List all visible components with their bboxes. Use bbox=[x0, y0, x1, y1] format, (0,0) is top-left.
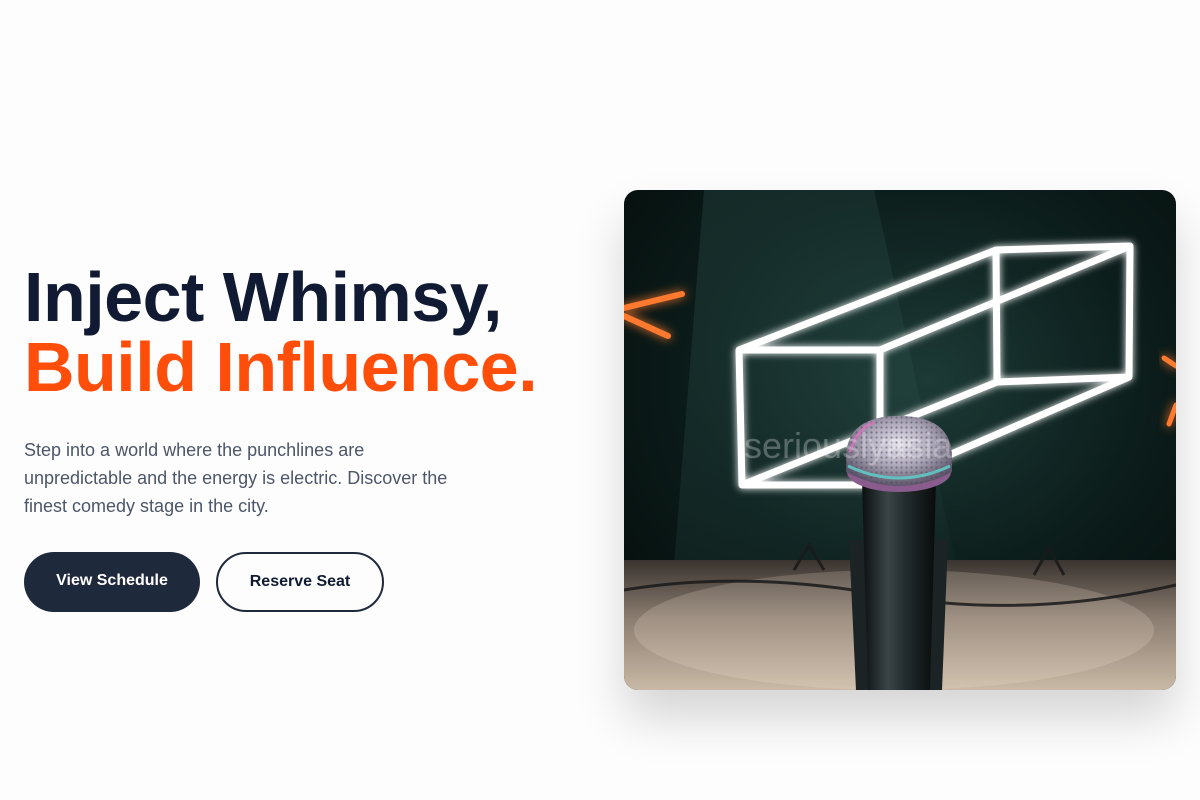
reserve-seat-button[interactable]: Reserve Seat bbox=[216, 552, 384, 612]
hero-headline: Inject Whimsy, Build Influence. bbox=[24, 262, 584, 402]
headline-line-1: Inject Whimsy, bbox=[24, 258, 502, 336]
hero-image: seriouslyasia bbox=[624, 190, 1176, 690]
view-schedule-button[interactable]: View Schedule bbox=[24, 552, 200, 612]
hero-copy: Inject Whimsy, Build Influence. Step int… bbox=[24, 262, 584, 520]
headline-line-2-accent: Build Influence. bbox=[24, 328, 538, 406]
hero-description: Step into a world where the punchlines a… bbox=[24, 440, 448, 516]
cta-buttons: View Schedule Reserve Seat bbox=[24, 552, 384, 612]
microphone-stage-photo: seriouslyasia bbox=[624, 190, 1176, 690]
image-watermark: seriouslyasia bbox=[744, 425, 953, 466]
